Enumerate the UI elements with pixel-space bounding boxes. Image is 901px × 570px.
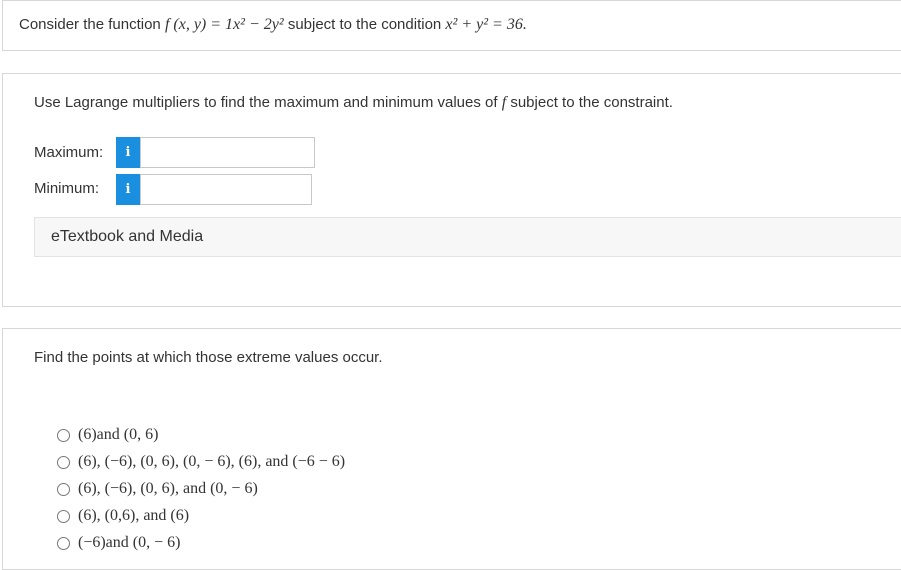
question-intro: Consider the function f (x, y) = 1x² − 2… (19, 16, 527, 34)
choice-option[interactable]: (−6)and (0, − 6) (57, 534, 180, 552)
radio-button[interactable] (57, 428, 70, 442)
intro-lead: Consider the function (19, 16, 161, 33)
choice-option[interactable]: (6)and (0, 6) (57, 426, 158, 444)
constraint-expression: x² + y² = 36. (445, 16, 527, 33)
choice-option[interactable]: (6), (−6), (0, 6), (0, − 6), (6), and (−… (57, 453, 345, 471)
info-icon[interactable]: i (116, 137, 140, 168)
intro-middle: subject to the condition (287, 16, 442, 33)
radio-button[interactable] (57, 536, 70, 550)
part1-prompt-tail: subject to the constraint. (510, 94, 673, 111)
part1-panel: Use Lagrange multipliers to find the max… (2, 73, 901, 307)
choice-label: (6), (−6), (0, 6), (0, − 6), (6), and (−… (78, 453, 346, 470)
radio-button[interactable] (57, 509, 70, 523)
choice-label: (6)and (0, 6) (78, 426, 159, 443)
choice-option[interactable]: (6), (0,6), and (6) (57, 507, 189, 525)
part1-prompt-f: f (501, 94, 507, 111)
info-icon[interactable]: i (116, 174, 140, 205)
etextbook-media-label[interactable]: eTextbook and Media (51, 228, 203, 246)
part1-prompt: Use Lagrange multipliers to find the max… (34, 94, 673, 112)
radio-button[interactable] (57, 482, 70, 496)
radio-button[interactable] (57, 455, 70, 469)
question-header-panel: Consider the function f (x, y) = 1x² − 2… (2, 0, 901, 51)
maximum-input[interactable] (140, 137, 315, 168)
choice-label: (−6)and (0, − 6) (78, 534, 181, 551)
minimum-label: Minimum: (34, 180, 100, 197)
part2-prompt: Find the points at which those extreme v… (34, 349, 383, 366)
part1-prompt-lead: Use Lagrange multipliers to find the max… (34, 94, 498, 111)
function-expression: f (x, y) = 1x² − 2y² (164, 16, 284, 33)
choice-label: (6), (−6), (0, 6), and (0, − 6) (78, 480, 258, 497)
part2-panel: Find the points at which those extreme v… (2, 328, 901, 570)
etextbook-media-bar[interactable]: eTextbook and Media (34, 217, 901, 257)
maximum-label: Maximum: (34, 144, 104, 161)
choice-label: (6), (0,6), and (6) (78, 507, 190, 524)
choice-option[interactable]: (6), (−6), (0, 6), and (0, − 6) (57, 480, 258, 498)
minimum-input[interactable] (140, 174, 312, 205)
